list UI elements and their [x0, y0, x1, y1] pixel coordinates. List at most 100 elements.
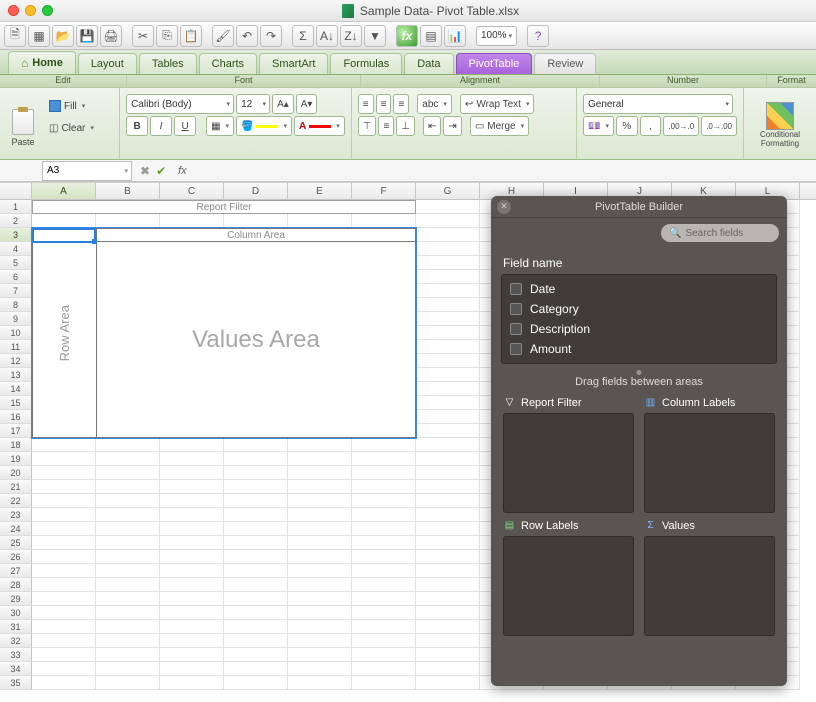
cell[interactable] — [32, 578, 96, 592]
cell[interactable] — [96, 368, 160, 382]
cell[interactable] — [352, 508, 416, 522]
cell[interactable] — [352, 396, 416, 410]
column-header[interactable]: C — [160, 183, 224, 199]
cell[interactable] — [288, 396, 352, 410]
checkbox-icon[interactable] — [510, 323, 522, 335]
row-header[interactable]: 17 — [0, 424, 32, 438]
cell[interactable] — [32, 662, 96, 676]
ptb-search-input[interactable]: 🔍 Search fields — [661, 224, 779, 242]
cell[interactable] — [96, 326, 160, 340]
cell[interactable] — [352, 270, 416, 284]
cell[interactable] — [160, 298, 224, 312]
row-header[interactable]: 11 — [0, 340, 32, 354]
comma-button[interactable]: , — [640, 116, 662, 136]
cell[interactable] — [352, 326, 416, 340]
cell[interactable] — [288, 662, 352, 676]
cell[interactable] — [352, 424, 416, 438]
cell[interactable] — [96, 298, 160, 312]
cell[interactable] — [416, 550, 480, 564]
cell[interactable] — [96, 466, 160, 480]
cell[interactable] — [224, 368, 288, 382]
cell[interactable] — [288, 256, 352, 270]
cell[interactable] — [224, 242, 288, 256]
cell[interactable] — [32, 312, 96, 326]
cell[interactable] — [352, 536, 416, 550]
cell[interactable] — [32, 438, 96, 452]
row-header[interactable]: 6 — [0, 270, 32, 284]
cell[interactable] — [288, 382, 352, 396]
cell[interactable] — [352, 606, 416, 620]
cell[interactable] — [224, 200, 288, 214]
clear-button[interactable]: ◫Clear — [44, 118, 99, 138]
paste-big-button[interactable]: Paste — [6, 90, 40, 159]
row-header[interactable]: 9 — [0, 312, 32, 326]
align-middle-button[interactable]: ≡ — [378, 116, 394, 136]
help-button[interactable]: ? — [527, 25, 549, 47]
fill-color-button[interactable]: 🪣 — [236, 116, 292, 136]
cell[interactable] — [288, 550, 352, 564]
cell[interactable] — [352, 522, 416, 536]
cell[interactable] — [352, 466, 416, 480]
cell[interactable] — [224, 270, 288, 284]
cell[interactable] — [224, 578, 288, 592]
cell[interactable] — [224, 326, 288, 340]
cell[interactable] — [352, 382, 416, 396]
drag-handle-icon[interactable] — [637, 370, 642, 375]
cell[interactable] — [96, 508, 160, 522]
cell[interactable] — [160, 200, 224, 214]
cell[interactable] — [96, 382, 160, 396]
ptb-area-filter[interactable] — [503, 413, 634, 513]
column-header[interactable]: E — [288, 183, 352, 199]
cell[interactable] — [160, 648, 224, 662]
row-header[interactable]: 15 — [0, 396, 32, 410]
cell[interactable] — [416, 676, 480, 690]
row-header[interactable]: 5 — [0, 256, 32, 270]
cell[interactable] — [96, 410, 160, 424]
borders-button[interactable]: ▦ — [206, 116, 234, 136]
cell[interactable] — [32, 466, 96, 480]
tab-smartart[interactable]: SmartArt — [259, 53, 328, 74]
cell[interactable] — [352, 214, 416, 228]
cell[interactable] — [352, 452, 416, 466]
name-box[interactable]: A3 — [42, 161, 132, 181]
cell[interactable] — [160, 634, 224, 648]
cell[interactable] — [32, 522, 96, 536]
cell[interactable] — [288, 536, 352, 550]
row-header[interactable]: 10 — [0, 326, 32, 340]
column-header[interactable]: B — [96, 183, 160, 199]
sort-desc-button[interactable]: Z↓ — [340, 25, 362, 47]
italic-button[interactable]: I — [150, 116, 172, 136]
ptb-area-values[interactable] — [644, 536, 775, 636]
pivottable-builder-panel[interactable]: ✕ PivotTable Builder 🔍 Search fields Fie… — [491, 196, 787, 686]
cell[interactable] — [352, 242, 416, 256]
cell[interactable] — [416, 354, 480, 368]
cut-button[interactable]: ✂ — [132, 25, 154, 47]
increase-decimal-button[interactable]: .00→.0 — [663, 116, 699, 136]
cell[interactable] — [32, 298, 96, 312]
tab-formulas[interactable]: Formulas — [330, 53, 402, 74]
row-header[interactable]: 33 — [0, 648, 32, 662]
cell[interactable] — [288, 648, 352, 662]
increase-font-button[interactable]: A▴ — [272, 94, 294, 114]
cell[interactable] — [224, 536, 288, 550]
cell[interactable] — [416, 592, 480, 606]
underline-button[interactable]: U — [174, 116, 196, 136]
align-center-button[interactable]: ≡ — [376, 94, 392, 114]
font-name-select[interactable]: Calibri (Body) — [126, 94, 234, 114]
cell[interactable] — [416, 382, 480, 396]
cell[interactable] — [32, 354, 96, 368]
cell[interactable] — [32, 550, 96, 564]
cell[interactable] — [224, 564, 288, 578]
close-icon[interactable] — [8, 5, 19, 16]
cell[interactable] — [352, 550, 416, 564]
cell[interactable] — [32, 592, 96, 606]
cell[interactable] — [288, 200, 352, 214]
cell[interactable] — [416, 284, 480, 298]
cell[interactable] — [352, 228, 416, 242]
cell[interactable] — [288, 326, 352, 340]
percent-button[interactable]: % — [616, 116, 638, 136]
cell[interactable] — [224, 676, 288, 690]
cell[interactable] — [288, 620, 352, 634]
align-right-button[interactable]: ≡ — [393, 94, 409, 114]
cell[interactable] — [160, 242, 224, 256]
